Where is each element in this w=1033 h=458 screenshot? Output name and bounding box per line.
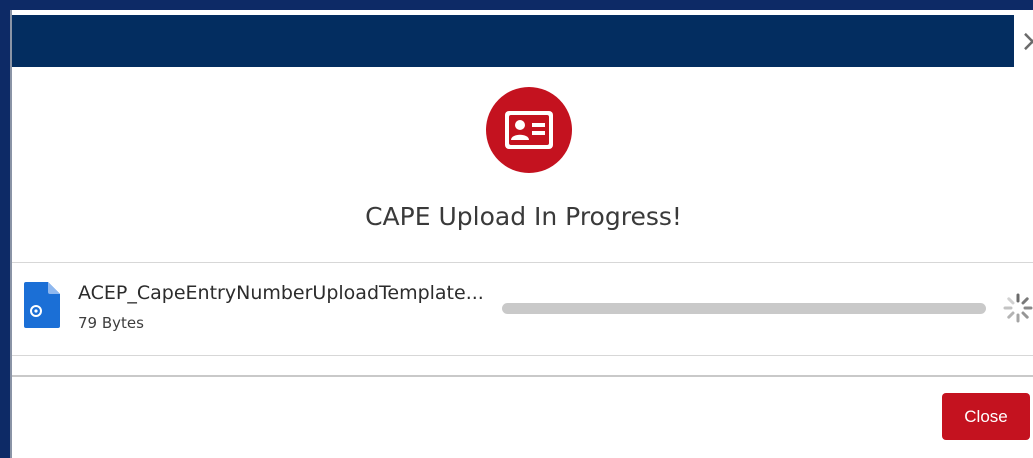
- divider: [12, 262, 1033, 263]
- file-size: 79 Bytes: [78, 314, 144, 332]
- divider: [12, 355, 1033, 356]
- loading-spinner-icon: [1002, 292, 1033, 328]
- upload-progress-bar: [502, 303, 986, 314]
- close-button[interactable]: Close: [942, 393, 1030, 440]
- close-icon[interactable]: ×: [1014, 18, 1033, 66]
- footer-divider: [12, 375, 1033, 377]
- document-icon: [22, 280, 62, 334]
- modal-title: CAPE Upload In Progress!: [365, 202, 682, 231]
- modal-header: [12, 15, 1014, 67]
- contact-card-icon: [486, 87, 572, 173]
- file-name: ACEP_CapeEntryNumberUploadTemplate...: [78, 282, 484, 304]
- upload-modal: × CAPE Upload In Progress! ACEP_CapeEntr…: [10, 10, 1033, 458]
